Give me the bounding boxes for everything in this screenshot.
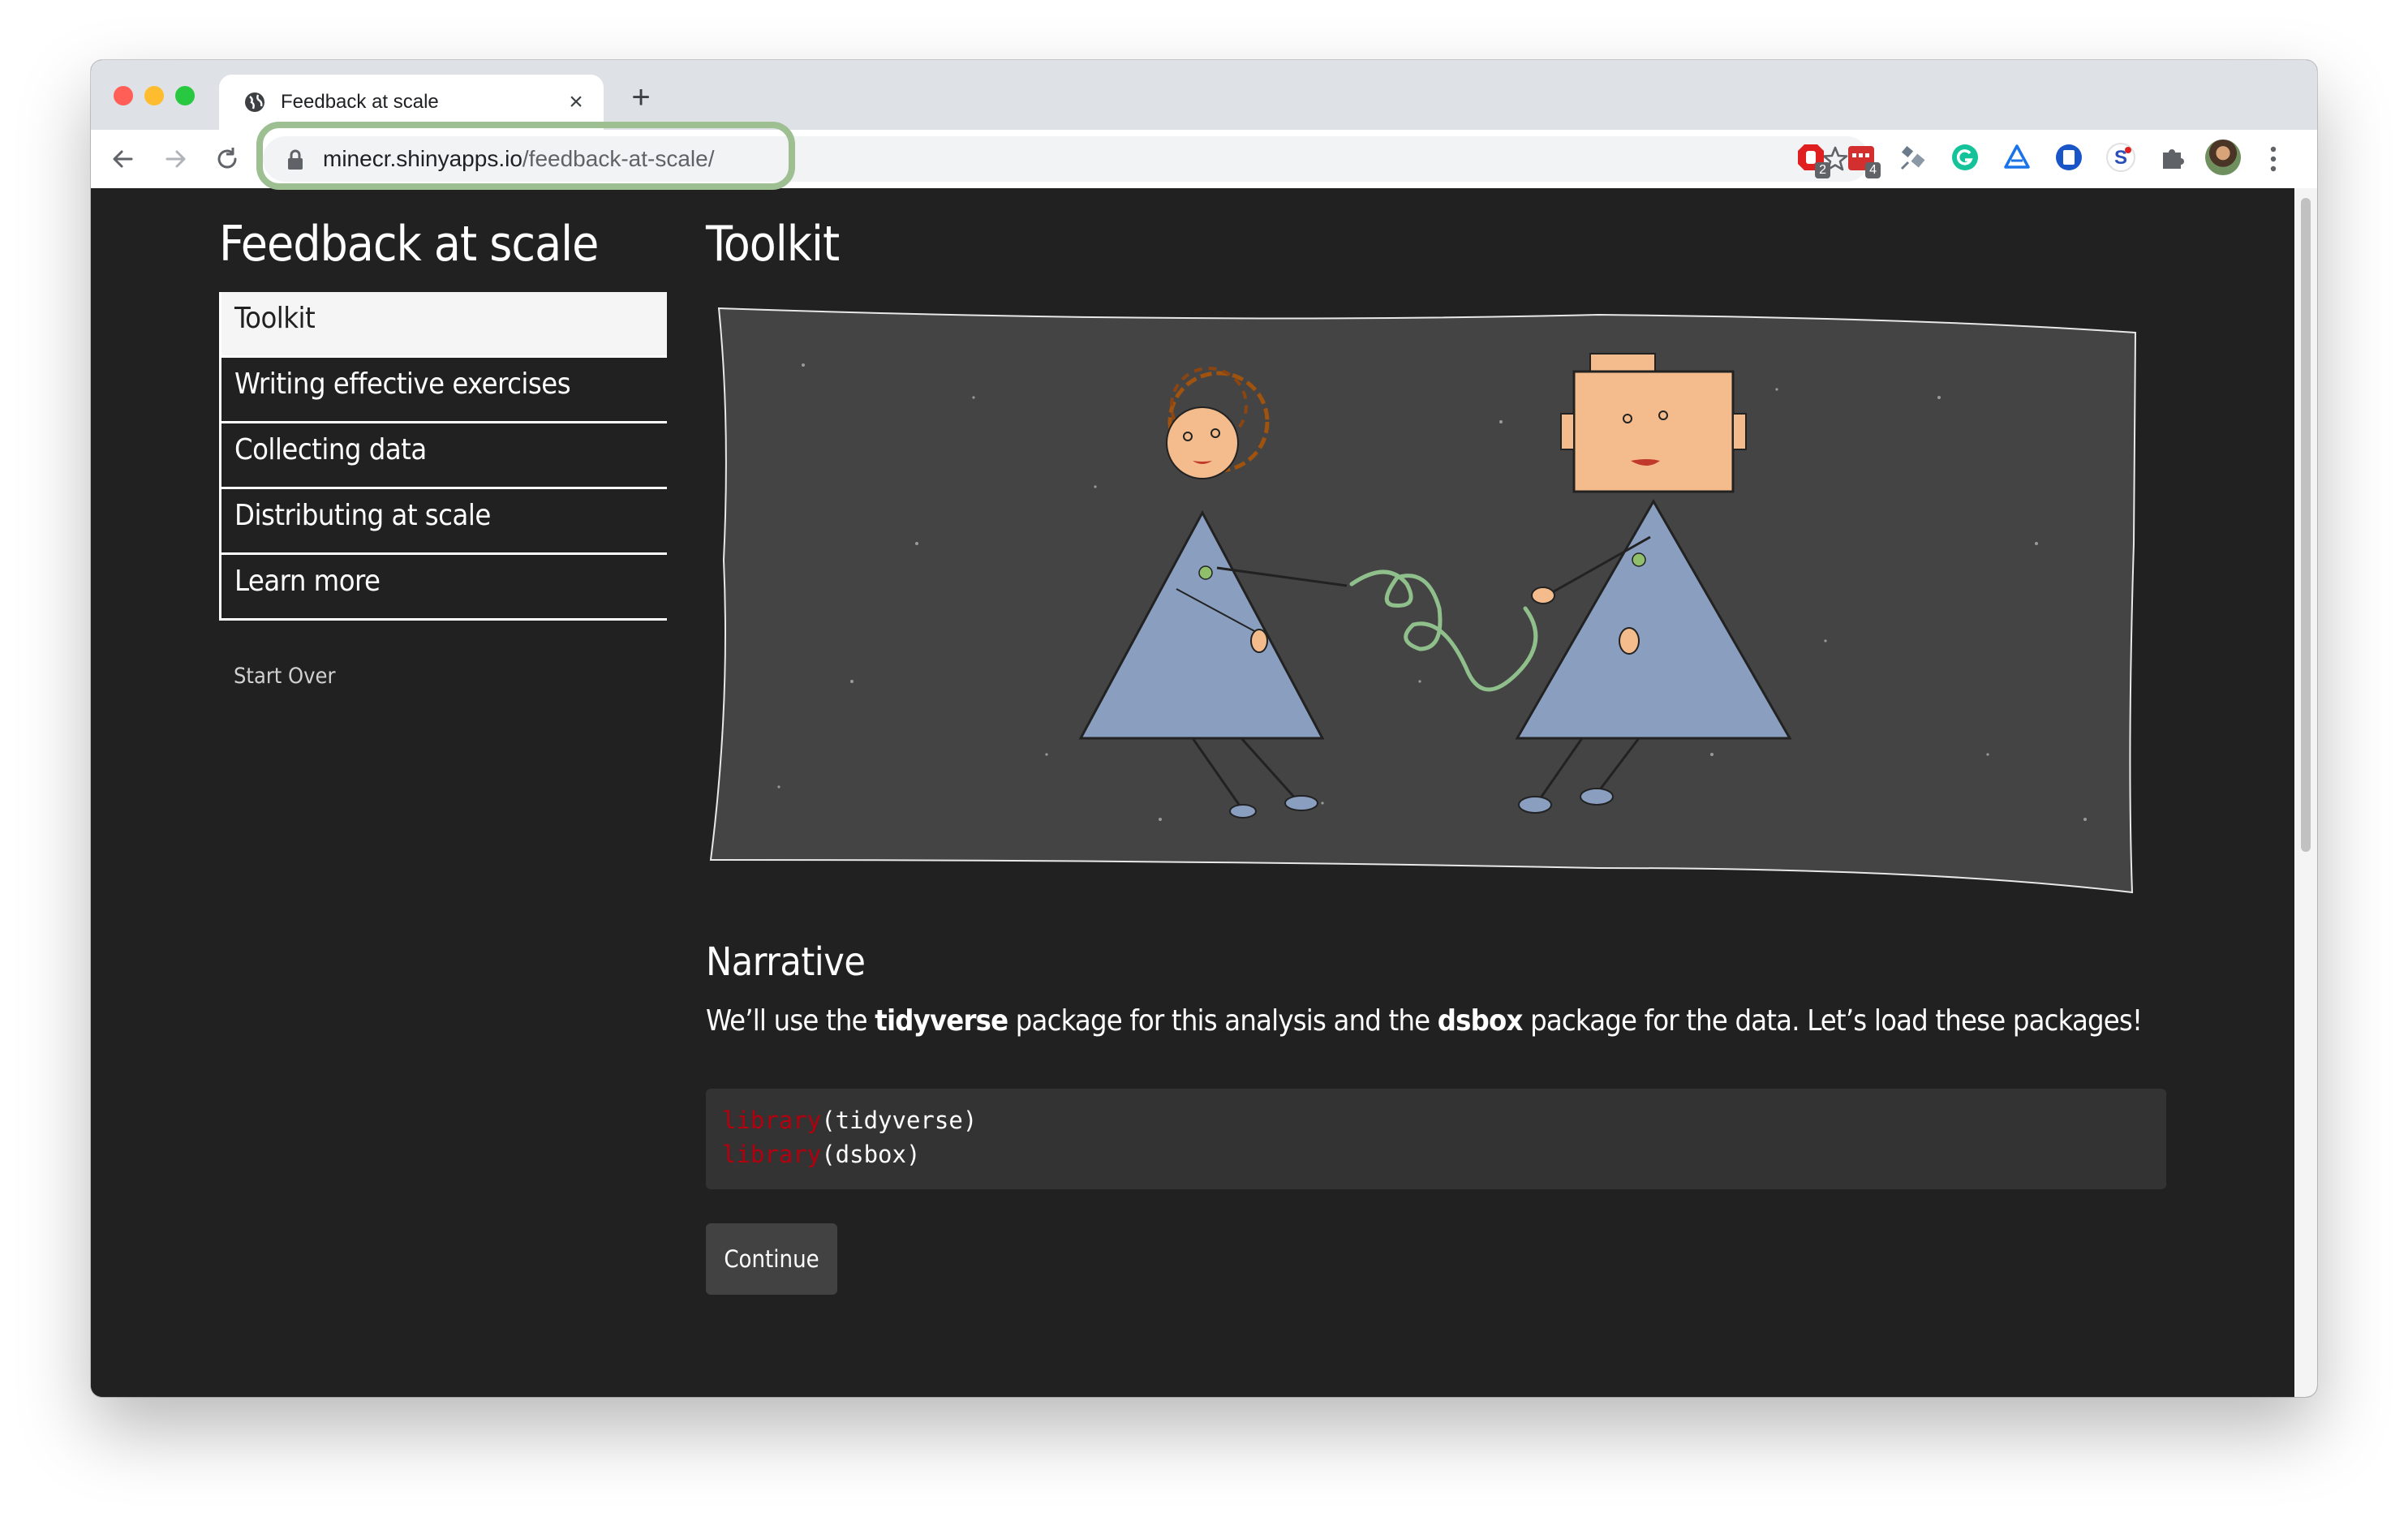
sidebar-item-toolkit[interactable]: Toolkit [219,292,667,358]
sidebar-item-label: Writing effective exercises [234,367,571,401]
sidebar-item-writing-effective-exercises[interactable]: Writing effective exercises [219,358,667,423]
page-title: Toolkit [706,216,840,273]
blanket [709,307,2137,894]
dsbox-package-name: dsbox [1437,1004,1524,1038]
sidebar-item-label: Learn more [234,565,381,598]
puzzle-icon[interactable] [2156,141,2189,174]
page-scrollbar[interactable] [2294,188,2317,1397]
sidebar-item-label: Toolkit [234,302,316,335]
globe-icon [245,92,264,112]
forward-arrow-icon[interactable] [159,143,191,175]
code-line: library(tidyverse) [722,1103,2150,1137]
close-tab-icon[interactable]: × [563,89,589,115]
narrative-paragraph: We’ll use the tidyverse package for this… [706,1004,2143,1038]
para-text: We’ll use the [706,1004,875,1038]
google-drive-icon[interactable] [2001,141,2033,174]
toolkit-illustration [709,307,2137,894]
page-content: Feedback at scale Toolkit Writing effect… [91,188,2294,1397]
sidebar-item-distributing-at-scale[interactable]: Distributing at scale [219,489,667,555]
sidebar-item-learn-more[interactable]: Learn more [219,555,667,621]
sidebar-nav: Toolkit Writing effective exercises Coll… [219,292,667,621]
code-block: library(tidyverse) library(dsbox) [706,1089,2166,1189]
more-menu-icon[interactable] [2265,141,2281,177]
ext-badge: 2 [1815,162,1830,178]
code-keyword: library [722,1141,822,1168]
tab-title: Feedback at scale [281,91,439,113]
code-argument: (tidyverse) [821,1107,978,1134]
close-window-button[interactable] [114,86,133,105]
scrollbar-thumb[interactable] [2301,198,2311,852]
profile-avatar[interactable] [2205,140,2241,175]
browser-window: Feedback at scale × + minecr.shinyapps.i… [91,60,2317,1397]
app-title: Feedback at scale [219,216,599,273]
ext-badge: 4 [1865,162,1881,178]
sidebar-item-collecting-data[interactable]: Collecting data [219,423,667,489]
tidyverse-package-name: tidyverse [875,1004,1008,1038]
para-text: package for the data. Let’s load these p… [1522,1004,2143,1038]
sidebar-item-label: Collecting data [234,433,427,466]
para-text: package for this analysis and the [1008,1004,1438,1038]
document-extension-icon[interactable] [2053,141,2085,174]
sidebar-item-label: Distributing at scale [234,499,491,532]
reload-icon[interactable] [211,143,243,175]
continue-button[interactable]: Continue [706,1223,837,1295]
satellite-extension-icon[interactable] [1897,141,1929,174]
new-tab-button[interactable]: + [625,81,657,114]
tab-bar: Feedback at scale × + [91,60,2317,130]
start-over-link[interactable]: Start Over [234,664,335,689]
zoom-window-button[interactable] [175,86,195,105]
url-highlight-outline [256,122,795,190]
code-line: library(dsbox) [722,1137,2150,1171]
code-keyword: library [722,1107,822,1134]
calendar-extension-icon[interactable]: 4 [1845,141,1881,178]
minimize-window-button[interactable] [144,86,164,105]
adblock-icon[interactable]: 2 [1795,141,1830,178]
code-argument: (dsbox) [821,1141,921,1168]
back-arrow-icon[interactable] [107,143,140,175]
grammarly-icon[interactable] [1949,141,1981,174]
narrative-heading: Narrative [706,939,866,985]
s-extension-icon[interactable]: S [2105,141,2137,174]
